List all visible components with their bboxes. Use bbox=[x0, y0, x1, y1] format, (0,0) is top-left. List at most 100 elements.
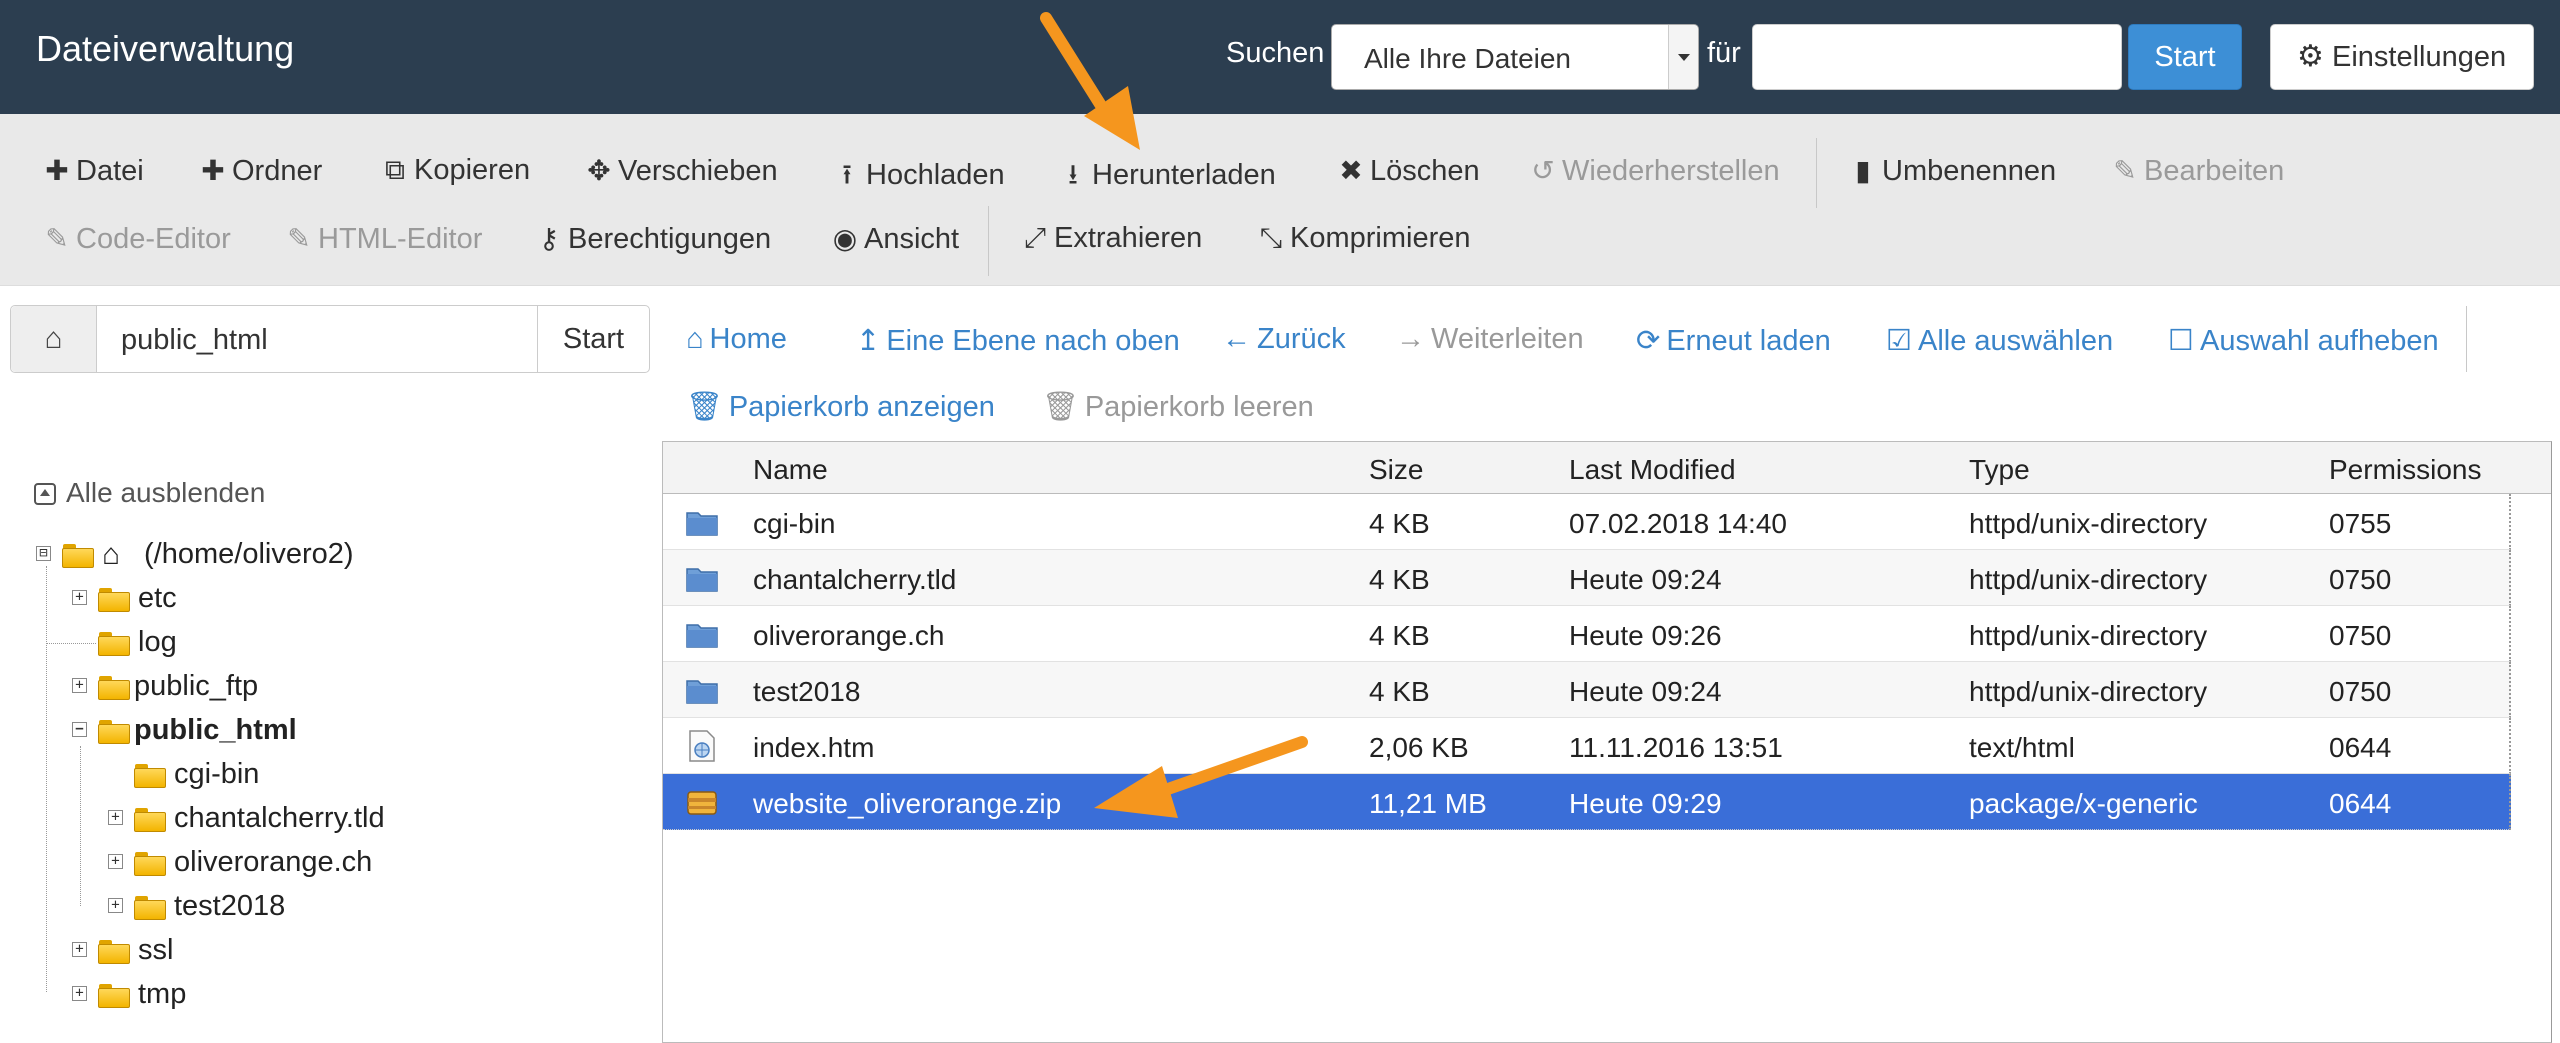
home-path-button[interactable]: ⌂ bbox=[11, 306, 97, 372]
search-input[interactable] bbox=[1752, 24, 2122, 90]
toolbar-label: Komprimieren bbox=[1290, 222, 1471, 254]
toolbar-label: Kopieren bbox=[414, 154, 531, 186]
column-header-permissions[interactable]: Permissions bbox=[2329, 454, 2481, 486]
extract-button[interactable]: ⤢ Extrahieren bbox=[1020, 222, 1203, 255]
new-folder-button[interactable]: ✚ Ordner bbox=[198, 154, 322, 188]
file-modified: Heute 09:24 bbox=[1569, 676, 1722, 707]
folder-icon bbox=[134, 852, 166, 876]
nav-empty-trash-link[interactable]: 🗑 Papierkorb leeren bbox=[1042, 390, 1314, 424]
nav-label: Erneut laden bbox=[1666, 325, 1831, 357]
search-scope-select[interactable]: Alle Ihre Dateien bbox=[1331, 24, 1699, 90]
restore-button[interactable]: ↺ Wiederherstellen bbox=[1528, 154, 1779, 188]
tree-node-label: log bbox=[138, 626, 177, 658]
nav-label: Eine Ebene nach oben bbox=[886, 325, 1180, 357]
nav-home-link[interactable]: ⌂ Home bbox=[686, 323, 787, 356]
level-up-icon: ↥ bbox=[856, 325, 881, 357]
nav-label: Papierkorb anzeigen bbox=[728, 391, 995, 423]
nav-up-link[interactable]: ↥ Eine Ebene nach oben bbox=[856, 323, 1180, 358]
path-go-button[interactable]: Start bbox=[537, 306, 649, 372]
plus-icon: ✚ bbox=[45, 155, 69, 186]
view-button[interactable]: ◉ Ansicht bbox=[830, 222, 959, 256]
html-editor-button[interactable]: ✎ HTML-Editor bbox=[284, 222, 482, 256]
edit-button[interactable]: ✎ Bearbeiten bbox=[2110, 154, 2284, 188]
gear-icon: ⚙ bbox=[2297, 40, 2324, 73]
toolbar-label: Herunterladen bbox=[1092, 159, 1276, 191]
toolbar-divider bbox=[1816, 138, 1817, 208]
expand-icon[interactable]: + bbox=[72, 986, 87, 1001]
folder-icon bbox=[686, 512, 718, 536]
expand-icon[interactable]: + bbox=[72, 942, 87, 957]
nav-back-link[interactable]: ← Zurück bbox=[1222, 323, 1346, 356]
table-row[interactable]: cgi-bin 4 KB 07.02.2018 14:40 httpd/unix… bbox=[663, 494, 2511, 550]
tree-line bbox=[80, 746, 81, 906]
eye-icon: ◉ bbox=[832, 223, 858, 254]
table-header: Name Size Last Modified Type Permissions bbox=[663, 442, 2551, 494]
file-modified: Heute 09:29 bbox=[1569, 788, 1722, 819]
for-label: für bbox=[1707, 37, 1741, 69]
column-header-size[interactable]: Size bbox=[1369, 454, 1423, 486]
nav-deselect-link[interactable]: ☐ Auswahl aufheben bbox=[2168, 323, 2439, 358]
copy-button[interactable]: ⧉ Kopieren bbox=[380, 154, 530, 187]
file-size: 2,06 KB bbox=[1369, 732, 1469, 763]
folder-open-icon bbox=[62, 544, 94, 568]
tree-node-label: tmp bbox=[138, 978, 187, 1010]
column-header-type[interactable]: Type bbox=[1969, 454, 2030, 486]
expand-icon[interactable]: + bbox=[108, 810, 123, 825]
delete-button[interactable]: ✖ Löschen bbox=[1336, 154, 1480, 188]
nav-show-trash-link[interactable]: 🗑 Papierkorb anzeigen bbox=[686, 390, 995, 424]
move-button[interactable]: ✥ Verschieben bbox=[584, 154, 777, 188]
folder-icon bbox=[98, 676, 130, 700]
expand-icon[interactable]: + bbox=[72, 590, 87, 605]
folder-icon bbox=[98, 984, 130, 1008]
rename-button[interactable]: ▮ Umbenennen bbox=[1848, 154, 2056, 188]
file-permissions: 0750 bbox=[2329, 676, 2392, 707]
table-row[interactable]: oliverorange.ch 4 KB Heute 09:26 httpd/u… bbox=[663, 606, 2511, 662]
page-title: Dateiverwaltung bbox=[36, 28, 295, 69]
download-button[interactable]: ⭳ Herunterladen bbox=[1058, 154, 1276, 202]
nav-reload-link[interactable]: ⟳ Erneut laden bbox=[1636, 323, 1831, 358]
upload-button[interactable]: ⭱ Hochladen bbox=[832, 154, 1005, 202]
collapse-icon[interactable]: − bbox=[72, 722, 87, 737]
search-scope-value: Alle Ihre Dateien bbox=[1364, 43, 1572, 74]
expand-icon[interactable]: + bbox=[108, 898, 123, 913]
trash-icon: 🗑 bbox=[686, 391, 723, 423]
toolbar-label: Löschen bbox=[1370, 155, 1480, 187]
file-permissions: 0750 bbox=[2329, 564, 2392, 595]
nav-select-all-link[interactable]: ☑ Alle auswählen bbox=[1886, 323, 2113, 358]
file-modified: Heute 09:24 bbox=[1569, 564, 1722, 595]
path-input[interactable]: public_html bbox=[121, 324, 268, 357]
expand-icon[interactable]: + bbox=[108, 854, 123, 869]
collapse-icon[interactable]: ⊟ bbox=[36, 546, 51, 561]
folder-icon bbox=[134, 764, 166, 788]
collapse-all-button[interactable]: Alle ausblenden bbox=[34, 477, 265, 509]
column-header-name[interactable]: Name bbox=[753, 454, 828, 486]
download-icon: ⭳ bbox=[1068, 159, 1078, 190]
file-type: package/x-generic bbox=[1969, 788, 2198, 819]
settings-button[interactable]: ⚙ Einstellungen bbox=[2270, 24, 2534, 90]
folder-icon bbox=[686, 624, 718, 648]
file-permissions: 0755 bbox=[2329, 508, 2392, 539]
table-row[interactable]: index.htm 2,06 KB 11.11.2016 13:51 text/… bbox=[663, 718, 2511, 774]
home-icon: ⌂ bbox=[102, 538, 121, 571]
folder-icon bbox=[134, 808, 166, 832]
table-row[interactable]: chantalcherry.tld 4 KB Heute 09:24 httpd… bbox=[663, 550, 2511, 606]
code-editor-button[interactable]: ✎ Code-Editor bbox=[42, 222, 231, 256]
file-name: index.htm bbox=[753, 732, 875, 763]
compress-button[interactable]: ⤡ Komprimieren bbox=[1256, 222, 1471, 255]
toolbar-label: Umbenennen bbox=[1882, 155, 2057, 187]
new-file-button[interactable]: ✚ Datei bbox=[42, 154, 143, 188]
expand-icon[interactable]: + bbox=[72, 678, 87, 693]
permissions-button[interactable]: ⚷ Berechtigungen bbox=[534, 222, 771, 256]
tree-node-label: etc bbox=[138, 582, 177, 614]
file-icon: ▮ bbox=[1855, 155, 1871, 186]
column-header-modified[interactable]: Last Modified bbox=[1569, 454, 1736, 486]
toolbar-label: Code-Editor bbox=[76, 223, 231, 255]
toolbar-label: Bearbeiten bbox=[2144, 155, 2285, 187]
nav-forward-link[interactable]: → Weiterleiten bbox=[1396, 323, 1584, 356]
table-row[interactable]: test2018 4 KB Heute 09:24 httpd/unix-dir… bbox=[663, 662, 2511, 718]
table-row-selected[interactable]: website_oliverorange.zip 11,21 MB Heute … bbox=[663, 774, 2511, 830]
toolbar-label: Ansicht bbox=[864, 223, 960, 255]
file-type: httpd/unix-directory bbox=[1969, 508, 2208, 539]
edit-icon: ✎ bbox=[45, 223, 69, 254]
search-start-button[interactable]: Start bbox=[2128, 24, 2242, 90]
